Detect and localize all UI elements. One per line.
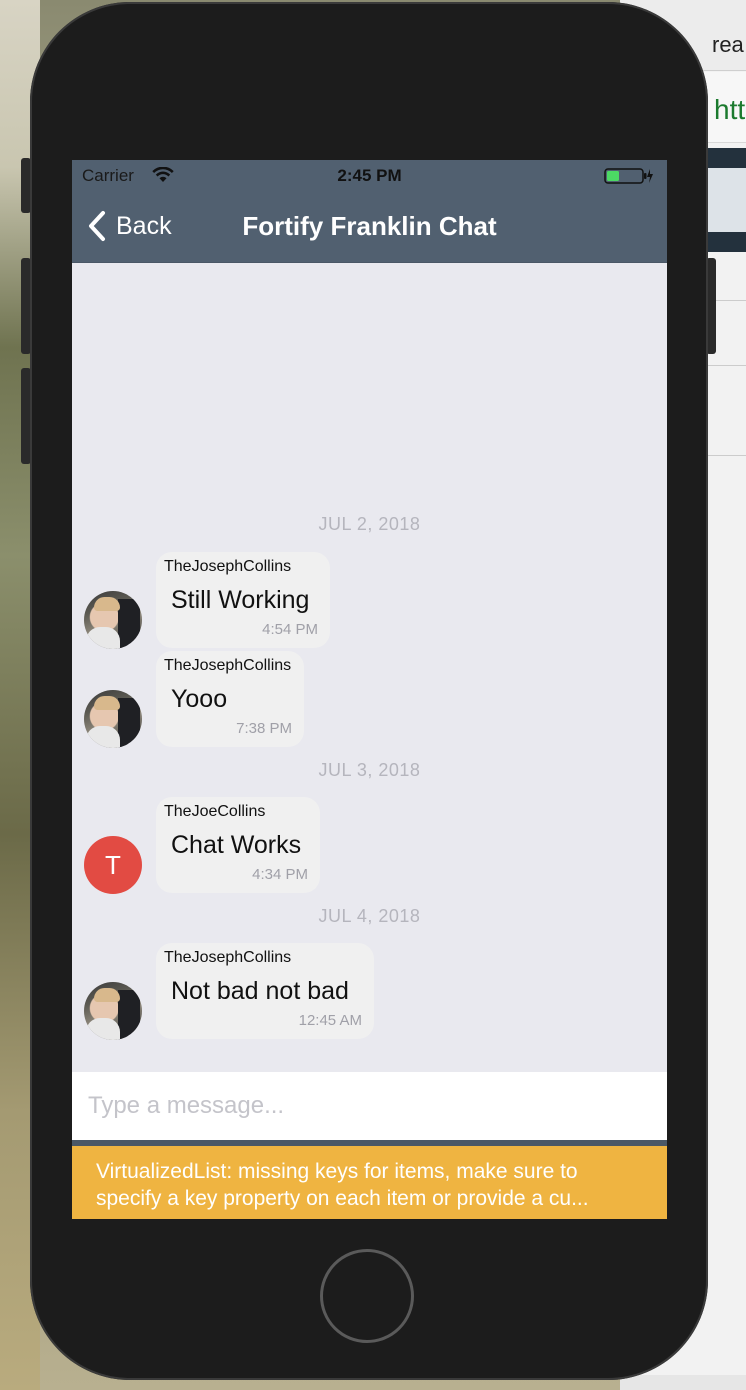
- message-bubble[interactable]: TheJosephCollins Yooo 7:38 PM: [156, 651, 304, 747]
- browser-tab-text: rea: [712, 32, 744, 57]
- date-separator: JUL 3, 2018: [318, 760, 421, 780]
- message-composer: [72, 1072, 667, 1140]
- message-text: Still Working: [171, 586, 310, 614]
- message-list[interactable]: JUL 2, 2018 TheJosephCollins Still Worki…: [72, 262, 667, 1070]
- avatar[interactable]: T: [84, 836, 142, 894]
- browser-url-text: htt: [714, 94, 746, 125]
- message-text: Not bad not bad: [171, 977, 349, 1005]
- date-separator: JUL 2, 2018: [318, 514, 421, 534]
- message-bubble[interactable]: TheJosephCollins Not bad not bad 12:45 A…: [156, 943, 374, 1039]
- yellowbox-warning[interactable]: VirtualizedList: missing keys for items,…: [72, 1146, 667, 1219]
- message-username: TheJoeCollins: [164, 803, 266, 820]
- message-username: TheJosephCollins: [164, 558, 292, 575]
- phone-screen: Carrier 2:45 PM Back Fortify Franklin Ch…: [72, 160, 667, 1219]
- home-button[interactable]: [320, 1249, 414, 1343]
- message-bubble[interactable]: TheJosephCollins Still Working 4:54 PM: [156, 552, 330, 648]
- message-time: 4:54 PM: [262, 621, 318, 638]
- browser-bottom-bar: [620, 1375, 746, 1390]
- avatar[interactable]: [84, 982, 142, 1040]
- date-separator: JUL 4, 2018: [318, 906, 421, 926]
- message-text: Yooo: [171, 685, 228, 713]
- message-input[interactable]: [72, 1072, 667, 1140]
- navigation-bar: Back Fortify Franklin Chat: [72, 192, 667, 263]
- message-time: 12:45 AM: [298, 1012, 362, 1029]
- message-time: 7:38 PM: [236, 720, 292, 737]
- status-time: 2:45 PM: [337, 166, 402, 185]
- page-title: Fortify Franklin Chat: [242, 211, 497, 241]
- warning-text-line: VirtualizedList: missing keys for items,…: [96, 1160, 578, 1183]
- message-time: 4:34 PM: [252, 866, 308, 883]
- message-bubble[interactable]: TheJoeCollins Chat Works 4:34 PM: [156, 797, 320, 893]
- message-username: TheJosephCollins: [164, 657, 292, 674]
- battery-icon: [604, 168, 653, 184]
- message-username: TheJosephCollins: [164, 949, 292, 966]
- avatar[interactable]: [84, 690, 142, 748]
- message-text: Chat Works: [171, 831, 302, 859]
- avatar[interactable]: [84, 591, 142, 649]
- warning-text-line: specify a key property on each item or p…: [96, 1187, 589, 1210]
- status-bar: Carrier 2:45 PM: [72, 160, 667, 192]
